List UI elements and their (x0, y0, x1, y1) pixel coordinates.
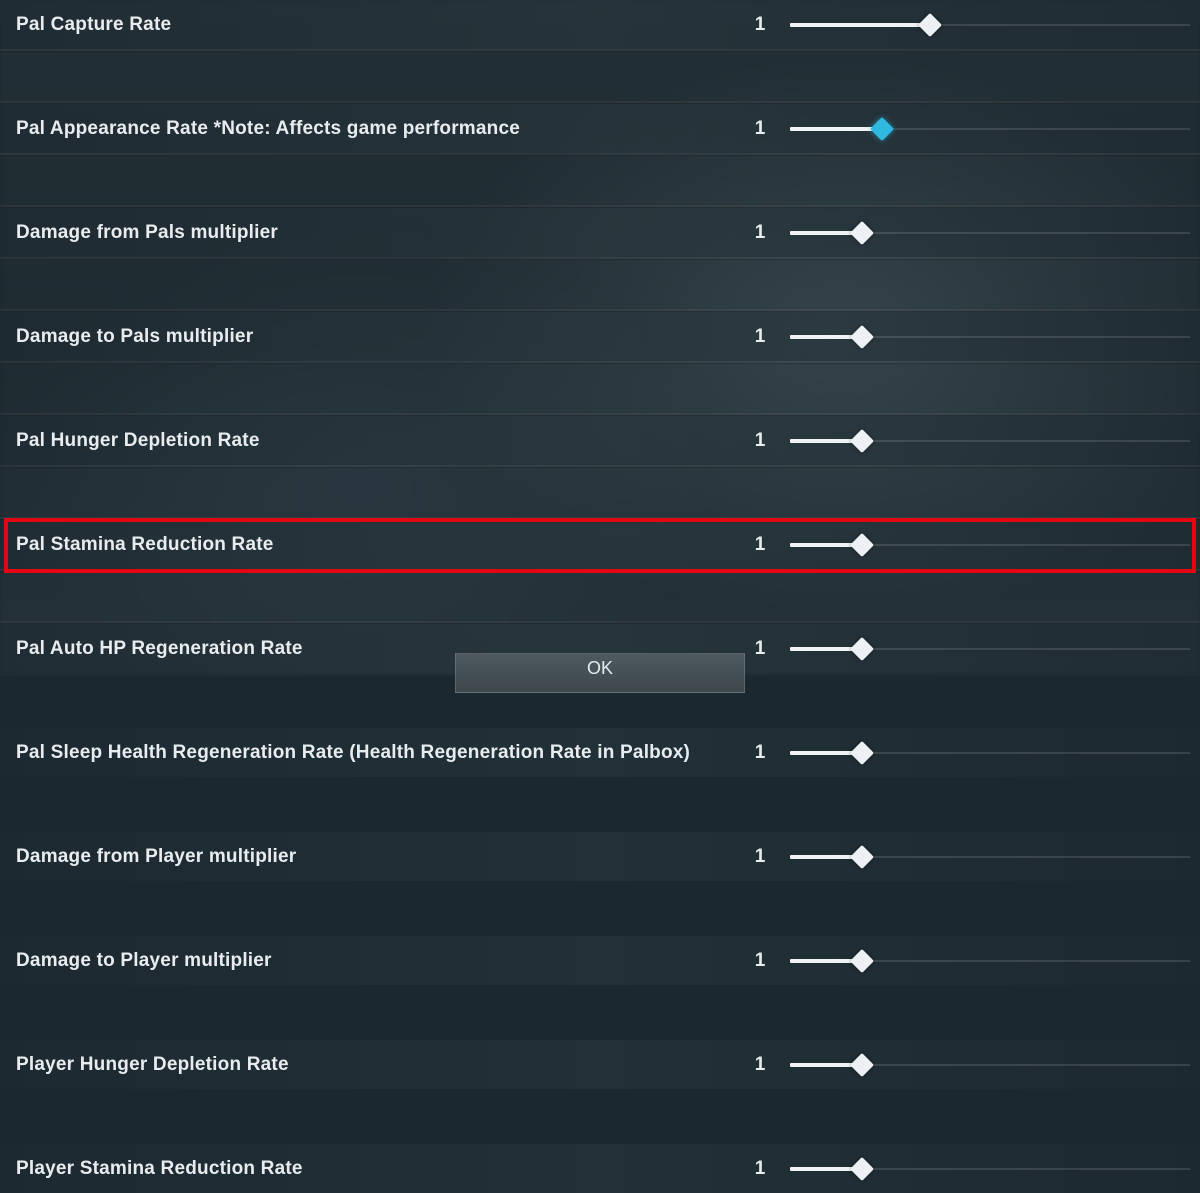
setting-label: Pal Stamina Reduction Rate (0, 534, 274, 556)
setting-slider[interactable] (790, 1040, 1190, 1089)
setting-label: Pal Auto HP Regeneration Rate (0, 638, 303, 660)
setting-label: Pal Appearance Rate *Note: Affects game … (0, 118, 520, 140)
setting-label: Pal Sleep Health Regeneration Rate (Heal… (0, 742, 690, 764)
setting-value: 1 (730, 222, 790, 244)
ok-button[interactable]: OK (455, 653, 745, 693)
setting-value: 1 (730, 1158, 790, 1180)
setting-slider[interactable] (790, 936, 1190, 985)
setting-slider[interactable] (790, 832, 1190, 881)
setting-value: 1 (730, 534, 790, 556)
setting-slider[interactable] (790, 624, 1190, 673)
setting-row: Pal Sleep Health Regeneration Rate (Heal… (0, 728, 1200, 777)
setting-row: Damage from Pals multiplier 1 (0, 208, 1200, 257)
setting-row: Pal Stamina Reduction Rate 1 (0, 520, 1200, 569)
slider-thumb-icon[interactable] (850, 948, 874, 972)
world-settings-panel: Pal Capture Rate 1 Pal Appearance Rate *No… (0, 0, 1200, 675)
ok-button-label: OK (587, 658, 613, 679)
row-separator (0, 569, 1200, 572)
setting-value: 1 (730, 950, 790, 972)
setting-row: Pal Appearance Rate *Note: Affects game … (0, 104, 1200, 153)
slider-thumb-icon[interactable] (850, 428, 874, 452)
row-separator (0, 465, 1200, 468)
slider-thumb-icon[interactable] (850, 532, 874, 556)
setting-slider[interactable] (790, 312, 1190, 361)
slider-thumb-icon[interactable] (850, 636, 874, 660)
slider-fill (790, 23, 930, 27)
slider-thumb-icon[interactable] (870, 116, 894, 140)
setting-label: Pal Capture Rate (0, 14, 171, 36)
slider-thumb-icon[interactable] (850, 1052, 874, 1076)
setting-slider[interactable] (790, 520, 1190, 569)
slider-thumb-icon[interactable] (850, 740, 874, 764)
row-separator (0, 257, 1200, 260)
row-separator (0, 153, 1200, 156)
setting-slider[interactable] (790, 416, 1190, 465)
setting-label: Damage from Player multiplier (0, 846, 296, 868)
row-separator (0, 49, 1200, 52)
setting-row: Damage to Player multiplier 1 (0, 936, 1200, 985)
setting-row: Pal Capture Rate 1 (0, 0, 1200, 49)
slider-thumb-icon[interactable] (850, 1156, 874, 1180)
setting-label: Damage to Pals multiplier (0, 326, 253, 348)
slider-thumb-icon[interactable] (850, 324, 874, 348)
setting-value: 1 (730, 118, 790, 140)
setting-slider[interactable] (790, 208, 1190, 257)
slider-thumb-icon[interactable] (918, 12, 942, 36)
setting-label: Damage from Pals multiplier (0, 222, 278, 244)
setting-slider[interactable] (790, 0, 1190, 49)
setting-label: Damage to Player multiplier (0, 950, 272, 972)
setting-row: Player Hunger Depletion Rate 1 (0, 1040, 1200, 1089)
setting-row: Damage to Pals multiplier 1 (0, 312, 1200, 361)
setting-slider[interactable] (790, 728, 1190, 777)
setting-slider[interactable] (790, 104, 1190, 153)
slider-thumb-icon[interactable] (850, 844, 874, 868)
setting-label: Player Stamina Reduction Rate (0, 1158, 303, 1180)
setting-row: Player Stamina Reduction Rate 1 (0, 1144, 1200, 1193)
setting-value: 1 (730, 326, 790, 348)
setting-value: 1 (730, 742, 790, 764)
setting-value: 1 (730, 430, 790, 452)
setting-label: Pal Hunger Depletion Rate (0, 430, 260, 452)
slider-fill (790, 127, 882, 131)
setting-slider[interactable] (790, 1144, 1190, 1193)
slider-thumb-icon[interactable] (850, 220, 874, 244)
setting-value: 1 (730, 846, 790, 868)
setting-value: 1 (730, 14, 790, 36)
setting-row: Damage from Player multiplier 1 (0, 832, 1200, 881)
row-separator (0, 361, 1200, 364)
setting-value: 1 (730, 1054, 790, 1076)
setting-label: Player Hunger Depletion Rate (0, 1054, 289, 1076)
setting-row: Pal Hunger Depletion Rate 1 (0, 416, 1200, 465)
